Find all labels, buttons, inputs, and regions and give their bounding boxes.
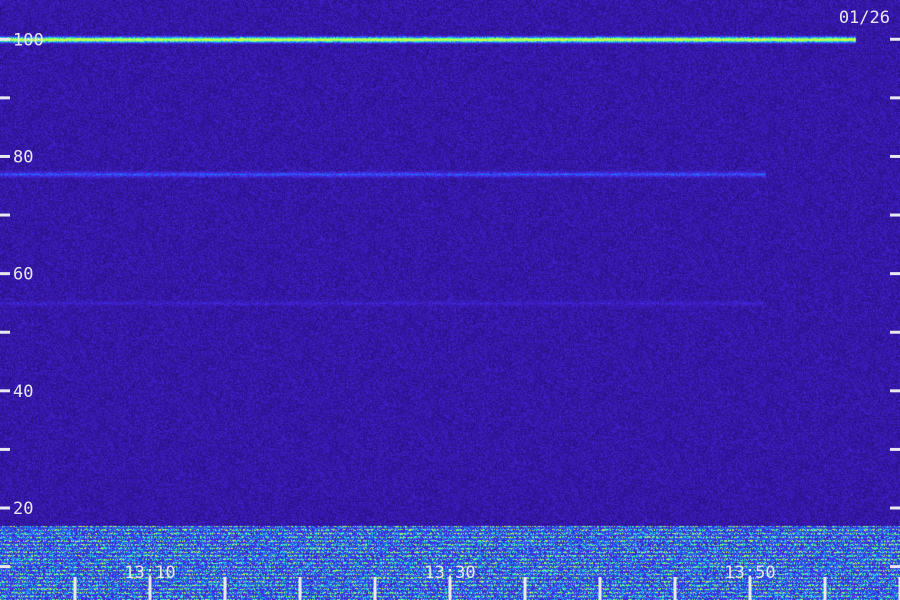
y-axis-right [890, 37, 900, 569]
y-tick-label: 20 [13, 499, 33, 519]
x-tick-label: 13:10 [124, 563, 175, 583]
y-tick-label: 80 [13, 147, 33, 167]
y-tick-label: 40 [13, 382, 33, 402]
x-tick-label: 13:50 [724, 563, 775, 583]
x-tick-label: 13:30 [424, 563, 475, 583]
date-label: 01/26 [839, 8, 890, 28]
y-axis-left: 100 80 60 40 20 [0, 30, 44, 569]
y-tick-label: 100 [13, 30, 44, 50]
x-axis: 13:10 13:30 13:50 [73, 563, 900, 600]
spectrogram-overlay: 100 80 60 40 20 13:10 13:30 13:50 01/26 [0, 8, 900, 600]
y-tick-label: 60 [13, 265, 33, 285]
